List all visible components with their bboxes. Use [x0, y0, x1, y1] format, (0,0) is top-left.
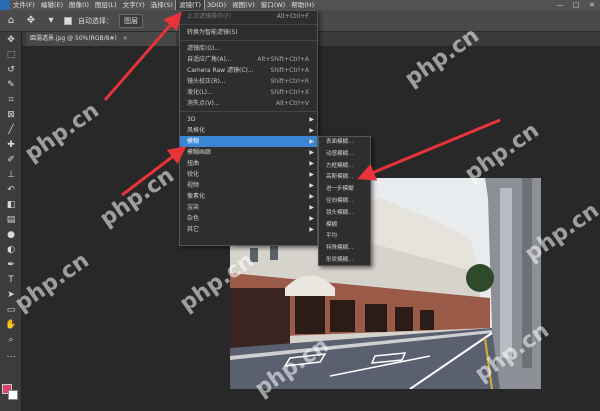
- menu-divider: [180, 111, 317, 112]
- menu-divider: [180, 24, 317, 25]
- chevron-right-icon: ▶: [309, 226, 314, 233]
- rectangle-tool-icon[interactable]: ▭: [0, 302, 22, 317]
- photoshop-logo-icon: [0, 0, 10, 10]
- menu-view[interactable]: 视图(V): [229, 0, 258, 10]
- submenu-item-blur-more[interactable]: 进一步模糊: [319, 184, 370, 196]
- menu-item-filter-gallery[interactable]: 滤镜库(G)...: [180, 43, 317, 54]
- menu-window[interactable]: 窗口(W): [258, 0, 289, 10]
- menu-item-sharpen[interactable]: 锐化 ▶: [180, 169, 317, 180]
- eyedropper-tool-icon[interactable]: ╱: [0, 122, 22, 137]
- submenu-item-radial-blur[interactable]: 径向模糊...: [319, 196, 370, 208]
- menu-bar: 文件(F) 编辑(E) 图像(I) 图层(L) 文字(Y) 选择(S) 滤镜(T…: [0, 0, 600, 11]
- auto-select-label: 自动选择：: [78, 16, 113, 25]
- menu-item-video[interactable]: 视频 ▶: [180, 180, 317, 191]
- crop-tool-icon[interactable]: ⌗: [0, 92, 22, 107]
- menu-item-stylize[interactable]: 风格化 ▶: [180, 125, 317, 136]
- chevron-right-icon: ▶: [309, 204, 314, 211]
- menu-item-blur-gallery[interactable]: 模糊画廊 ▶: [180, 147, 317, 158]
- gradient-tool-icon[interactable]: ▤: [0, 212, 22, 227]
- menu-item-noise[interactable]: 杂色 ▶: [180, 213, 317, 224]
- menu-item-blur[interactable]: 模糊 ▶: [180, 136, 317, 147]
- type-tool-icon[interactable]: T: [0, 272, 22, 287]
- marquee-tool-icon[interactable]: ⬚: [0, 47, 22, 62]
- chevron-right-icon: ▶: [309, 149, 314, 156]
- background-color-swatch[interactable]: [8, 390, 18, 400]
- chevron-right-icon: ▶: [309, 182, 314, 189]
- menu-item-camera-raw[interactable]: Camera Raw 滤镜(C)... Shift+Ctrl+A: [180, 65, 317, 76]
- chevron-right-icon: ▶: [309, 193, 314, 200]
- submenu-item-average[interactable]: 平均: [319, 231, 370, 243]
- hand-tool-icon[interactable]: ✋: [0, 317, 22, 332]
- menu-filter[interactable]: 滤镜(T): [174, 0, 206, 11]
- close-window-button[interactable]: ✕: [584, 0, 600, 10]
- close-tab-icon[interactable]: ×: [123, 35, 128, 42]
- submenu-item-lens-blur[interactable]: 镜头模糊...: [319, 208, 370, 220]
- menu-item-pixelate[interactable]: 像素化 ▶: [180, 191, 317, 202]
- auto-select-target-select[interactable]: 图层: [119, 13, 143, 28]
- submenu-item-shape-blur[interactable]: 形状模糊...: [319, 255, 370, 267]
- move-tool-icon[interactable]: ✥: [0, 32, 22, 47]
- chevron-down-icon[interactable]: ▾: [44, 14, 58, 28]
- menu-3d[interactable]: 3D(D): [204, 0, 229, 10]
- chevron-right-icon: ▶: [309, 171, 314, 178]
- menu-item-last-filter[interactable]: 上次滤镜操作(F) Alt+Ctrl+F: [180, 11, 317, 22]
- menu-item-convert-smart-filter[interactable]: 转换为智能滤镜(S): [180, 27, 317, 38]
- blur-tool-icon[interactable]: ●: [0, 227, 22, 242]
- menu-select[interactable]: 选择(S): [148, 0, 176, 10]
- submenu-item-blur[interactable]: 模糊: [319, 220, 370, 232]
- path-select-tool-icon[interactable]: ➤: [0, 287, 22, 302]
- submenu-item-motion-blur[interactable]: 动感模糊...: [319, 149, 370, 161]
- menu-divider: [180, 40, 317, 41]
- menu-item-vanishing-point[interactable]: 消失点(V)... Alt+Ctrl+V: [180, 98, 317, 109]
- lasso-tool-icon[interactable]: ↺: [0, 62, 22, 77]
- submenu-item-smart-blur[interactable]: 特殊模糊...: [319, 243, 370, 255]
- move-tool-icon[interactable]: ✥: [24, 14, 38, 28]
- menu-item-lens-correction[interactable]: 镜头校正(R)... Shift+Ctrl+R: [180, 76, 317, 87]
- submenu-item-box-blur[interactable]: 方框模糊...: [319, 161, 370, 173]
- document-tab[interactable]: 園湯透景.jpg @ 50%(RGB/8#) ×: [26, 32, 176, 46]
- filter-menu: 上次滤镜操作(F) Alt+Ctrl+F 转换为智能滤镜(S) 滤镜库(G)...…: [179, 10, 318, 246]
- frame-tool-icon[interactable]: ⊠: [0, 107, 22, 122]
- submenu-item-gaussian-blur[interactable]: 高斯模糊...: [319, 172, 370, 184]
- zoom-tool-icon[interactable]: ⌕: [0, 332, 22, 347]
- brush-tool-icon[interactable]: ✐: [0, 152, 22, 167]
- menu-item-distort[interactable]: 扭曲 ▶: [180, 158, 317, 169]
- chevron-right-icon: ▶: [309, 215, 314, 222]
- document-tab-title: 園湯透景.jpg @ 50%(RGB/8#): [30, 35, 117, 42]
- tool-bar: ✥ ⬚ ↺ ✎ ⌗ ⊠ ╱ ✚ ✐ ⊥ ↶ ◧ ▤ ● ◐ ✒ T ➤ ▭ ✋ …: [0, 32, 22, 411]
- maximize-button[interactable]: □: [568, 0, 584, 10]
- menu-item-liquify[interactable]: 液化(L)... Shift+Ctrl+X: [180, 87, 317, 98]
- menu-help[interactable]: 帮助(H): [288, 0, 317, 10]
- healing-tool-icon[interactable]: ✚: [0, 137, 22, 152]
- menu-type[interactable]: 文字(Y): [120, 0, 148, 10]
- chevron-right-icon: ▶: [309, 116, 314, 123]
- minimize-button[interactable]: —: [552, 0, 568, 10]
- menu-image[interactable]: 图像(I): [66, 0, 92, 10]
- window-controls: — □ ✕: [552, 0, 600, 10]
- menu-item-adaptive-wide-angle[interactable]: 自适应广角(A)... Alt+Shift+Ctrl+A: [180, 54, 317, 65]
- eraser-tool-icon[interactable]: ◧: [0, 197, 22, 212]
- pen-tool-icon[interactable]: ✒: [0, 257, 22, 272]
- submenu-item-surface-blur[interactable]: 表面模糊...: [319, 137, 370, 149]
- menu-item-render[interactable]: 渲染 ▶: [180, 202, 317, 213]
- chevron-right-icon: ▶: [309, 160, 314, 167]
- more-tools-icon[interactable]: …: [0, 347, 22, 362]
- menu-edit[interactable]: 编辑(E): [38, 0, 66, 10]
- quick-select-tool-icon[interactable]: ✎: [0, 77, 22, 92]
- dodge-tool-icon[interactable]: ◐: [0, 242, 22, 257]
- menu-item-other[interactable]: 其它 ▶: [180, 224, 317, 235]
- clone-stamp-tool-icon[interactable]: ⊥: [0, 167, 22, 182]
- menu-file[interactable]: 文件(F): [10, 0, 38, 10]
- chevron-right-icon: ▶: [309, 127, 314, 134]
- menu-layer[interactable]: 图层(L): [92, 0, 120, 10]
- auto-select-checkbox[interactable]: [64, 16, 72, 25]
- blur-submenu: 表面模糊... 动感模糊... 方框模糊... 高斯模糊... 进一步模糊 径向…: [318, 136, 371, 266]
- chevron-right-icon: ▶: [309, 138, 314, 145]
- home-icon[interactable]: ⌂: [4, 14, 18, 28]
- menu-item-3d[interactable]: 3D ▶: [180, 114, 317, 125]
- history-brush-tool-icon[interactable]: ↶: [0, 182, 22, 197]
